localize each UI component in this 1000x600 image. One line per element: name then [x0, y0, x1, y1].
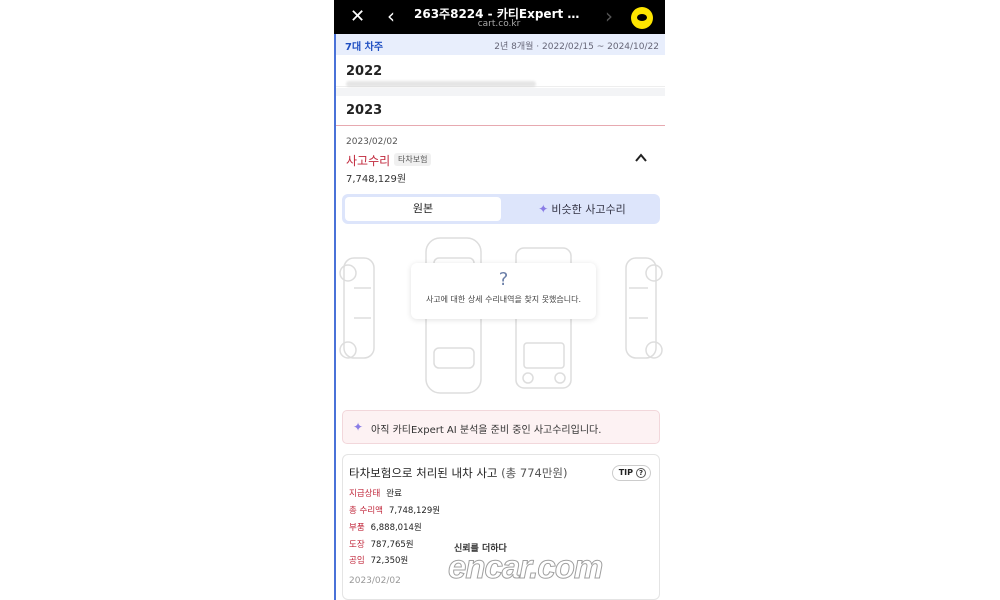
year-label: 2023	[346, 103, 383, 118]
row-value: 6,888,014원	[370, 523, 422, 533]
tab-similar-repair[interactable]: ✦ 비슷한 사고수리	[507, 197, 657, 221]
ai-analysis-banner: ✦ 아직 카티Expert AI 분석을 준비 중인 사고수리입니다.	[342, 410, 660, 444]
blurred-content	[346, 81, 536, 87]
sparkle-icon: ✦	[353, 420, 364, 434]
claim-row: 부품 6,888,014원	[349, 521, 422, 533]
not-found-message: 사고에 대한 상세 수리내역을 찾지 못했습니다.	[425, 295, 582, 304]
row-value: 7,748,129원	[388, 506, 441, 516]
ai-banner-text: 아직 카티Expert AI 분석을 준비 중인 사고수리입니다.	[371, 425, 602, 436]
claim-row: 도장 787,765원	[349, 538, 414, 550]
tip-label: TIP	[618, 468, 633, 477]
tab-original[interactable]: 원본	[345, 197, 501, 221]
claim-row: 공임 72,350원	[349, 554, 408, 566]
card-date: 2023/02/02	[349, 576, 401, 586]
not-found-popup: ? 사고에 대한 상세 수리내역을 찾지 못했습니다.	[411, 263, 596, 319]
page-url: cart.co.kr	[477, 19, 521, 29]
kakaotalk-icon[interactable]	[631, 7, 653, 29]
owner-count: 7대 차주	[345, 42, 384, 53]
accident-type: 사고수리	[346, 154, 391, 168]
forward-arrow-icon[interactable]: ›	[605, 4, 613, 28]
claim-row: 총 수리액 7,748,129원	[349, 504, 440, 516]
section-divider	[336, 88, 665, 96]
question-icon: ?	[498, 269, 509, 290]
close-icon[interactable]: ✕	[350, 6, 365, 27]
sparkle-icon: ✦	[538, 202, 549, 216]
row-label: 총 수리액	[349, 506, 383, 516]
year-section-2023[interactable]: 2023	[336, 96, 665, 126]
car-damage-diagram: ? 사고에 대한 상세 수리내역을 찾지 못했습니다.	[336, 228, 665, 403]
ownership-period: 2년 8개월 · 2022/02/15 ~ 2024/10/22	[494, 42, 659, 52]
phone-screen: ✕ ‹ 263주8224 - 카티Expert 매물… cart.co.kr ›…	[334, 0, 665, 600]
card-title-text: 타차보험으로 처리된 내차 사고	[349, 466, 498, 480]
tab-similar-label: 비슷한 사고수리	[551, 203, 626, 216]
year-label: 2022	[346, 64, 383, 79]
browser-topbar: ✕ ‹ 263주8224 - 카티Expert 매물… cart.co.kr ›	[334, 0, 665, 34]
row-label: 부품	[349, 523, 365, 533]
accident-amount: 7,748,129원	[346, 174, 407, 185]
card-total: (총 774만원)	[501, 466, 568, 480]
row-label: 도장	[349, 540, 365, 550]
view-toggle: 원본 ✦ 비슷한 사고수리	[342, 194, 660, 224]
back-arrow-icon[interactable]: ‹	[387, 4, 395, 28]
row-label: 지급상태	[349, 489, 381, 499]
row-value: 72,350원	[370, 556, 409, 566]
help-icon: ?	[636, 468, 646, 478]
row-label: 공임	[349, 556, 365, 566]
row-value: 완료	[386, 489, 402, 499]
encar-watermark-logo: encar.com	[447, 548, 603, 586]
claim-row: 지급상태 완료	[349, 487, 402, 499]
owner-period-bar: 7대 차주 2년 8개월 · 2022/02/15 ~ 2024/10/22	[336, 34, 665, 55]
insurance-badge: 타차보험	[394, 153, 432, 166]
card-title: 타차보험으로 처리된 내차 사고 (총 774만원)	[349, 465, 568, 481]
tip-button[interactable]: TIP?	[611, 465, 651, 481]
row-value: 787,765원	[370, 540, 414, 550]
accident-date: 2023/02/02	[346, 137, 398, 147]
year-section-2022[interactable]: 2022	[336, 57, 665, 87]
chevron-up-icon[interactable]	[633, 150, 649, 166]
